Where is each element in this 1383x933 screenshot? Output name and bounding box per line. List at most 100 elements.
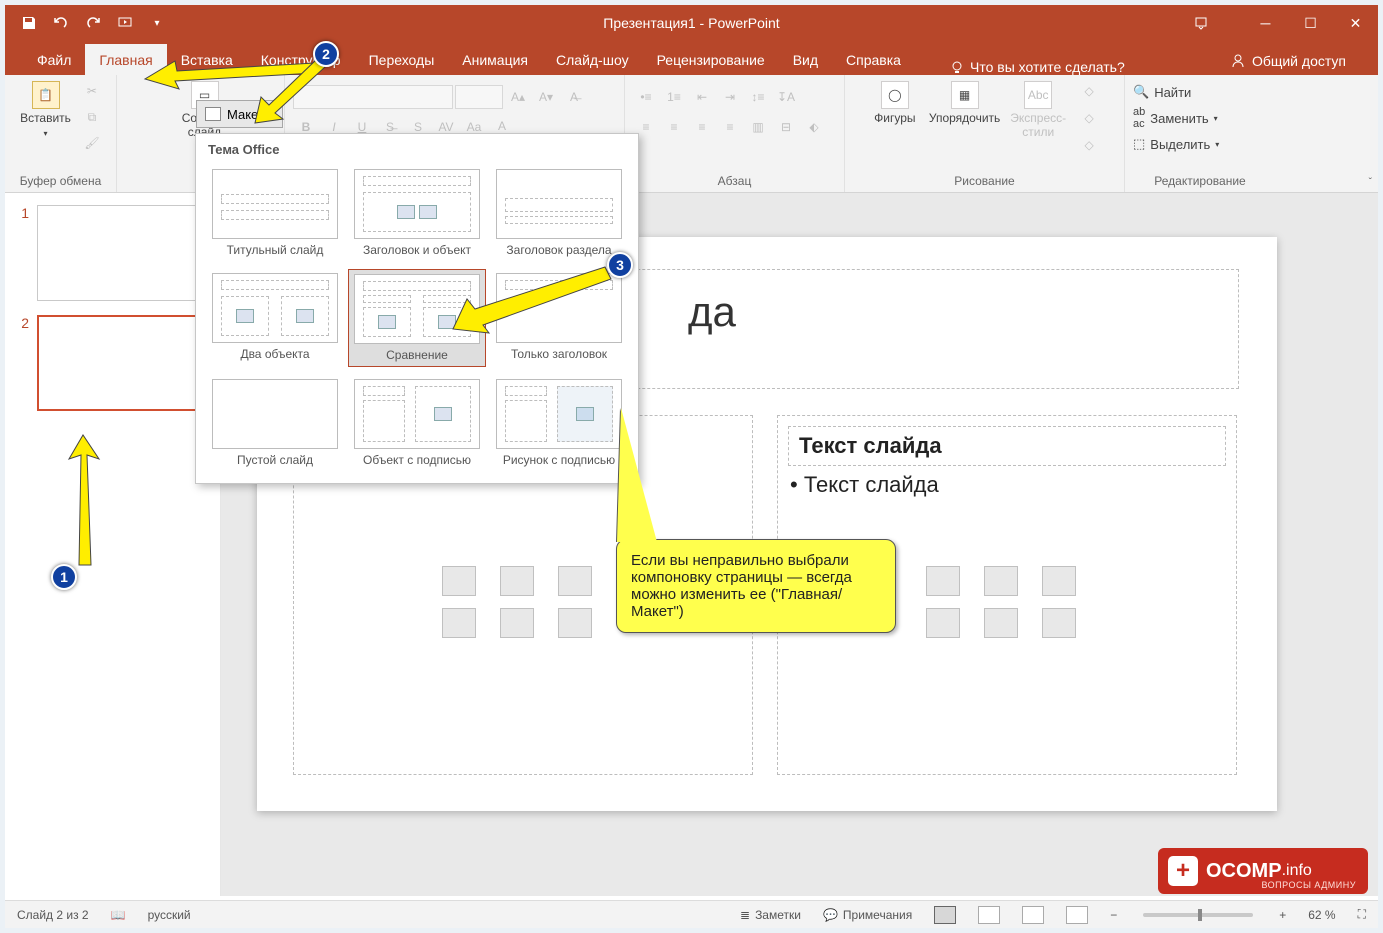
tab-slideshow[interactable]: Слайд-шоу: [542, 44, 643, 75]
align-right-icon[interactable]: ≡: [689, 115, 715, 139]
slide-thumbnail-1[interactable]: [37, 205, 207, 301]
insert-online-picture-icon[interactable]: [500, 608, 534, 638]
columns-icon[interactable]: ▥: [745, 115, 771, 139]
align-text-icon[interactable]: ⊟: [773, 115, 799, 139]
sorter-view-icon[interactable]: [978, 906, 1000, 924]
layout-blank[interactable]: Пустой слайд: [206, 375, 344, 471]
annotation-marker-1: 1: [51, 564, 77, 590]
tab-transitions[interactable]: Переходы: [355, 44, 449, 75]
undo-icon[interactable]: [47, 9, 75, 37]
clear-format-icon[interactable]: A̶: [561, 85, 587, 109]
paste-button[interactable]: 📋 Вставить▾: [16, 79, 75, 143]
zoom-slider[interactable]: [1143, 913, 1253, 917]
insert-video-icon[interactable]: [1042, 608, 1076, 638]
find-button[interactable]: 🔍Найти: [1133, 83, 1267, 101]
layout-picture-caption[interactable]: Рисунок с подписью: [490, 375, 628, 471]
insert-picture-icon[interactable]: [926, 608, 960, 638]
slide-counter[interactable]: Слайд 2 из 2: [17, 908, 89, 922]
tab-help[interactable]: Справка: [832, 44, 915, 75]
placeholder-icons[interactable]: [926, 566, 1088, 638]
insert-picture-icon[interactable]: [442, 608, 476, 638]
smartart-icon[interactable]: ⬖: [801, 115, 827, 139]
indent-icon[interactable]: ⇥: [717, 85, 743, 109]
replace-icon: abac: [1133, 106, 1145, 130]
layout-section-header[interactable]: Заголовок раздела: [490, 165, 628, 261]
collapse-ribbon-icon[interactable]: ˇ: [1369, 177, 1372, 188]
insert-chart-icon[interactable]: [500, 566, 534, 596]
notes-button[interactable]: ≣Заметки: [740, 908, 801, 922]
zoom-level[interactable]: 62 %: [1308, 908, 1335, 922]
align-center-icon[interactable]: ≡: [661, 115, 687, 139]
bullet-text[interactable]: • Текст слайда: [790, 472, 1224, 498]
qat-dropdown-icon[interactable]: ▾: [143, 9, 171, 37]
annotation-arrow-2b: [255, 57, 335, 127]
tab-review[interactable]: Рецензирование: [643, 44, 779, 75]
lightbulb-icon: [950, 60, 964, 74]
insert-table-icon[interactable]: [926, 566, 960, 596]
shape-fill-icon[interactable]: ◇: [1076, 79, 1102, 103]
subtitle-text[interactable]: Текст слайда: [788, 426, 1226, 466]
select-button[interactable]: ⬚Выделить▾: [1133, 135, 1267, 153]
insert-online-picture-icon[interactable]: [984, 608, 1018, 638]
numbering-icon[interactable]: 1≡: [661, 85, 687, 109]
plus-icon: +: [1168, 856, 1198, 886]
zoom-in-icon[interactable]: +: [1279, 908, 1286, 922]
bullets-icon[interactable]: •≡: [633, 85, 659, 109]
quickstyles-button[interactable]: AbcЭкспресс- стили: [1006, 79, 1070, 141]
tell-me[interactable]: Что вы хотите сделать?: [950, 59, 1125, 75]
status-bar: Слайд 2 из 2 📖 русский ≣Заметки 💬Примеча…: [5, 900, 1378, 928]
insert-smartart-icon[interactable]: [558, 566, 592, 596]
shape-outline-icon[interactable]: ◇: [1076, 106, 1102, 130]
text-direction-icon[interactable]: ↧A: [773, 85, 799, 109]
tab-view[interactable]: Вид: [779, 44, 832, 75]
layout-two-content[interactable]: Два объекта: [206, 269, 344, 367]
insert-smartart-icon[interactable]: [1042, 566, 1076, 596]
annotation-marker-3: 3: [607, 252, 633, 278]
fit-window-icon[interactable]: ⛶: [1358, 907, 1366, 922]
justify-icon[interactable]: ≡: [717, 115, 743, 139]
arrange-button[interactable]: ▦Упорядочить: [925, 79, 1004, 127]
replace-button[interactable]: abacЗаменить▾: [1133, 105, 1267, 131]
layout-content-caption[interactable]: Объект с подписью: [348, 375, 486, 471]
share-button[interactable]: Общий доступ: [1222, 47, 1354, 75]
comments-button[interactable]: 💬Примечания: [823, 908, 912, 922]
notes-icon: ≣: [740, 908, 750, 922]
layout-title-slide[interactable]: Титульный слайд: [206, 165, 344, 261]
insert-video-icon[interactable]: [558, 608, 592, 638]
cut-icon[interactable]: ✂: [79, 79, 105, 103]
spellcheck-icon[interactable]: 📖: [111, 908, 126, 922]
normal-view-icon[interactable]: [934, 906, 956, 924]
tab-file[interactable]: Файл: [23, 44, 85, 75]
group-clipboard-label: Буфер обмена: [13, 174, 108, 190]
shape-effects-icon[interactable]: ◇: [1076, 133, 1102, 157]
start-slideshow-icon[interactable]: [111, 9, 139, 37]
format-painter-icon[interactable]: 🖌: [79, 131, 105, 155]
ribbon-options-icon[interactable]: [1178, 5, 1223, 41]
redo-icon[interactable]: [79, 9, 107, 37]
maximize-icon[interactable]: ☐: [1288, 5, 1333, 41]
minimize-icon[interactable]: ─: [1243, 5, 1288, 41]
copy-icon[interactable]: ⧉: [79, 105, 105, 129]
slideshow-view-icon[interactable]: [1066, 906, 1088, 924]
zoom-out-icon[interactable]: −: [1110, 908, 1117, 922]
grow-font-icon[interactable]: A▴: [505, 85, 531, 109]
placeholder-icons[interactable]: [442, 566, 604, 638]
tab-animations[interactable]: Анимация: [448, 44, 542, 75]
reading-view-icon[interactable]: [1022, 906, 1044, 924]
annotation-marker-2: 2: [313, 41, 339, 67]
shapes-button[interactable]: ◯Фигуры: [867, 79, 923, 127]
line-spacing-icon[interactable]: ↕≡: [745, 85, 771, 109]
font-size-combo[interactable]: [455, 85, 503, 109]
annotation-arrow-3: [453, 265, 613, 335]
layout-title-content[interactable]: Заголовок и объект: [348, 165, 486, 261]
insert-table-icon[interactable]: [442, 566, 476, 596]
annotation-callout: Если вы неправильно выбрали компоновку с…: [616, 539, 896, 633]
dedent-icon[interactable]: ⇤: [689, 85, 715, 109]
insert-chart-icon[interactable]: [984, 566, 1018, 596]
language-indicator[interactable]: русский: [148, 908, 191, 922]
close-icon[interactable]: ✕: [1333, 5, 1378, 41]
layout-icon: [205, 107, 221, 121]
save-icon[interactable]: [15, 9, 43, 37]
slide-thumbnail-2[interactable]: [37, 315, 207, 411]
shrink-font-icon[interactable]: A▾: [533, 85, 559, 109]
